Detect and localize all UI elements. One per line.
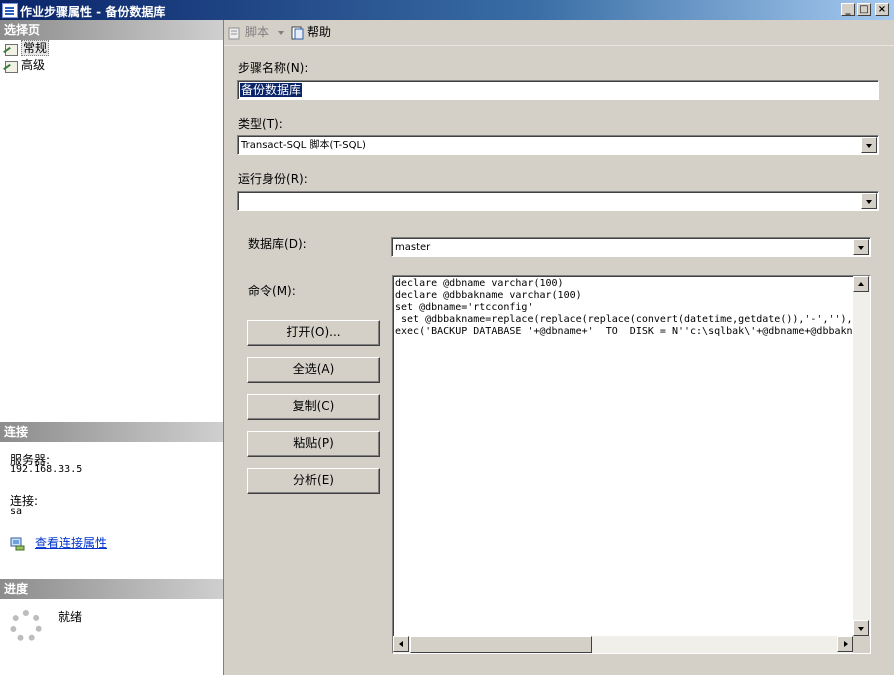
chevron-down-icon[interactable] [861, 193, 877, 209]
command-text: declare @dbname varchar(100) declare @db… [395, 278, 865, 337]
app-icon [2, 3, 18, 18]
scroll-up-icon[interactable] [853, 276, 869, 292]
command-editor[interactable]: declare @dbname varchar(100) declare @db… [392, 275, 871, 654]
horizontal-scrollbar[interactable] [393, 636, 853, 653]
script-menu-button[interactable]: 脚本 [228, 24, 284, 40]
select-page-header: 选择页 [0, 20, 223, 40]
progress-spinner-icon [10, 610, 42, 642]
horizontal-scroll-thumb[interactable] [410, 636, 592, 653]
sidebar-item-advanced[interactable]: 高级 [4, 58, 45, 73]
step-name-label-text: 步骤名称 [238, 61, 287, 75]
script-label: 脚本 [245, 25, 270, 39]
page-icon [4, 60, 18, 73]
copy-button[interactable]: 复制(C) [247, 394, 380, 420]
connection-properties-icon [10, 537, 26, 551]
step-name-input[interactable]: 备份数据库 [237, 80, 879, 100]
progress-status: 就绪 [58, 610, 83, 624]
maximize-button[interactable]: □ [857, 3, 871, 16]
run-as-accesskey: (R) [286, 172, 304, 186]
type-value: Transact-SQL 脚本(T-SQL) [241, 140, 366, 151]
database-label-text: 数据库 [248, 237, 285, 251]
script-icon [228, 26, 242, 40]
step-name-accesskey: (N) [286, 61, 305, 75]
step-name-label: 步骤名称(N): [238, 61, 309, 75]
parse-button[interactable]: 分析(E) [247, 468, 380, 494]
database-value: master [395, 242, 431, 253]
database-accesskey: (D) [284, 237, 303, 251]
sidebar-item-general[interactable]: 常规 [4, 40, 50, 56]
database-label: 数据库(D): [248, 237, 307, 251]
help-icon [290, 26, 304, 40]
select-all-button[interactable]: 全选(A) [247, 357, 380, 383]
window-title: 作业步骤属性 - 备份数据库 [20, 5, 166, 19]
open-button[interactable]: 打开(O)... [247, 320, 380, 346]
connection-value: sa [10, 506, 23, 517]
command-accesskey: (M) [272, 284, 292, 298]
title-bar: 作业步骤属性 - 备份数据库 _ □ × [0, 0, 894, 20]
progress-header: 进度 [0, 579, 223, 599]
vertical-scrollbar[interactable] [853, 276, 870, 636]
type-select[interactable]: Transact-SQL 脚本(T-SQL) [237, 135, 879, 155]
run-as-label: 运行身份(R): [238, 172, 308, 186]
sidebar-item-label: 常规 [21, 40, 50, 56]
scroll-down-icon[interactable] [853, 620, 869, 636]
chevron-down-icon[interactable] [861, 137, 877, 153]
type-accesskey: (T) [262, 117, 279, 131]
run-as-label-text: 运行身份 [238, 172, 287, 186]
type-label: 类型(T): [238, 117, 283, 131]
help-label: 帮助 [307, 25, 332, 39]
connection-header: 连接 [0, 422, 223, 442]
minimize-button[interactable]: _ [841, 3, 855, 16]
step-name-value: 备份数据库 [240, 83, 303, 97]
paste-button[interactable]: 粘贴(P) [247, 431, 380, 457]
database-select[interactable]: master [391, 237, 871, 257]
sidebar-item-label: 高级 [21, 58, 46, 72]
scroll-right-icon[interactable] [837, 636, 853, 652]
close-button[interactable]: × [875, 3, 889, 16]
scroll-left-icon[interactable] [393, 636, 409, 652]
chevron-down-icon[interactable] [853, 239, 869, 255]
toolbar: 脚本 帮助 [224, 20, 894, 46]
server-value: 192.168.33.5 [10, 464, 83, 475]
page-icon [4, 43, 18, 56]
command-label-text: 命令 [248, 284, 273, 298]
chevron-down-icon [277, 30, 284, 35]
left-pane: 选择页 常规 高级 连接 服务器: 192.168.33.5 连接: sa 查看… [0, 20, 224, 675]
run-as-select[interactable] [237, 191, 879, 211]
type-label-text: 类型 [238, 117, 263, 131]
help-button[interactable]: 帮助 [290, 24, 331, 40]
command-label: 命令(M): [248, 284, 296, 298]
view-connection-properties[interactable]: 查看连接属性 [10, 534, 107, 551]
scrollbar-corner [853, 636, 870, 653]
view-connection-link[interactable]: 查看连接属性 [35, 536, 107, 550]
